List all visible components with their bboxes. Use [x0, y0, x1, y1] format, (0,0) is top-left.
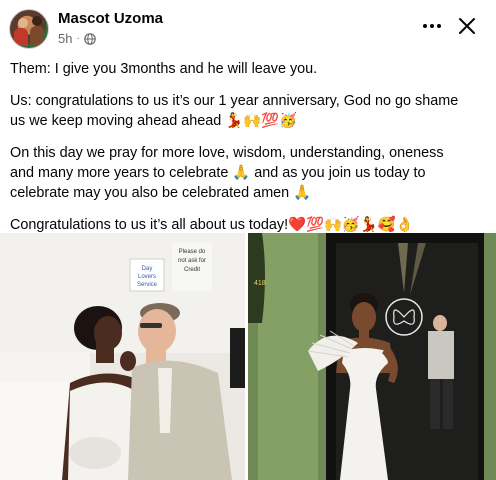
meta-separator: ·: [76, 33, 80, 44]
sign-text-line: not ask for: [178, 258, 206, 264]
post-paragraph: Congratulations to us it’s all about us …: [10, 215, 490, 235]
text-line: us we keep moving ahead ahead: [10, 113, 222, 129]
photo-woman-fan[interactable]: 418: [248, 233, 496, 480]
note-text-line: Service: [137, 282, 158, 288]
text-line: Them: I give you 3months and he will lea…: [10, 61, 318, 77]
author-name[interactable]: Mascot Uzoma: [58, 10, 163, 27]
close-icon[interactable]: [456, 15, 478, 37]
text-line: celebrate may you also be celebrated ame…: [10, 185, 312, 201]
facebook-post: Mascot Uzoma 5h · Them: I give you 3mont…: [0, 0, 496, 480]
photo-grid: Please do not ask for Credit Day Lovers …: [0, 233, 496, 480]
text-line: On this day we pray for more love, wisdo…: [10, 145, 444, 161]
more-options-icon[interactable]: [420, 16, 444, 36]
post-paragraph: On this day we pray for more love, wisdo…: [10, 143, 490, 203]
text-line: Us: congratulations to us it’s our 1 yea…: [10, 93, 459, 109]
author-avatar[interactable]: [9, 9, 49, 49]
emoji-group: ❤️💯🙌🥳💃🥰👌: [288, 217, 414, 233]
emoji-group: 💃🙌💯🥳: [225, 113, 297, 129]
note-text-line: Day: [142, 266, 153, 272]
post-meta: 5h ·: [58, 31, 96, 46]
post-time[interactable]: 5h: [58, 31, 72, 46]
sign-text-line: Credit: [184, 267, 200, 273]
post-text: Them: I give you 3months and he will lea…: [10, 59, 490, 247]
post-header: Mascot Uzoma 5h ·: [0, 0, 496, 56]
post-paragraph: Us: congratulations to us it’s our 1 yea…: [10, 91, 490, 131]
globe-icon: [84, 32, 96, 45]
photo-couple-kiss[interactable]: Please do not ask for Credit Day Lovers …: [0, 233, 245, 480]
text-line: Congratulations to us it’s all about us …: [10, 217, 289, 233]
wall-number: 418: [254, 280, 266, 287]
sign-text-line: Please do: [179, 249, 206, 255]
post-paragraph: Them: I give you 3months and he will lea…: [10, 59, 490, 79]
text-line: and many more years to celebrate 🙏 and a…: [10, 165, 426, 181]
note-text-line: Lovers: [138, 274, 156, 280]
